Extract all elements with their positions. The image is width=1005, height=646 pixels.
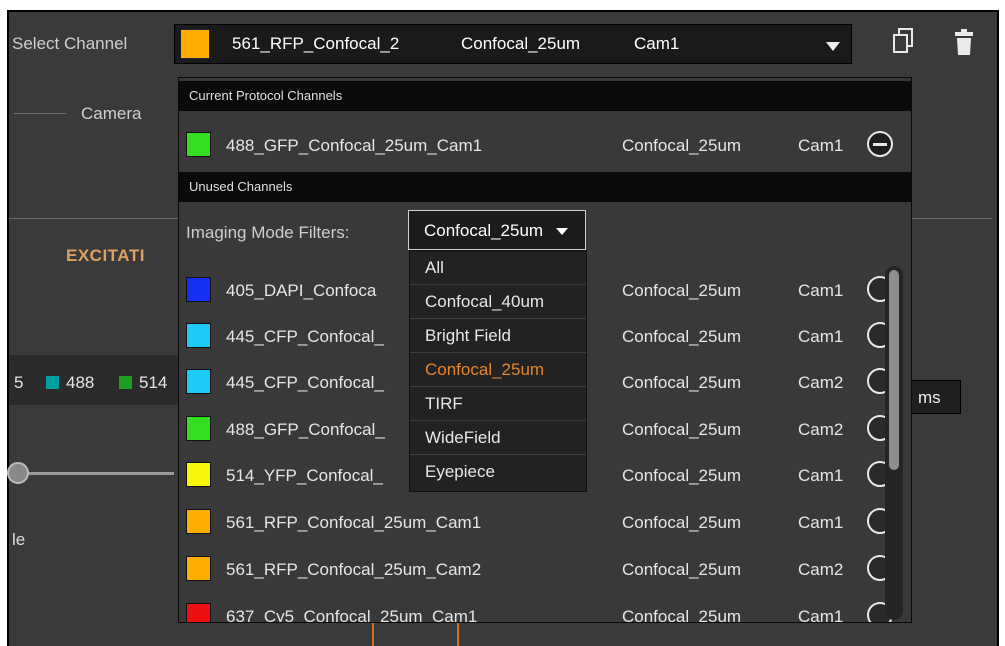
filter-option-confocal-40um[interactable]: Confocal_40um [410,285,586,319]
unused-channel-row[interactable]: 561_RFP_Confocal_25um_Cam1 Confocal_25um… [179,503,911,540]
selected-channel-name: 561_RFP_Confocal_2 [232,34,400,53]
trash-icon[interactable] [954,28,974,56]
channel-mode: Confocal_25um [622,560,742,579]
current-channel-row[interactable]: 488_GFP_Confocal_25um_Cam1 Confocal_25um… [179,126,911,163]
channel-mode: Confocal_25um [622,327,742,346]
channel-mode: Confocal_25um [622,466,742,485]
channel-dropdown-panel: Current Protocol Channels 488_GFP_Confoc… [178,77,912,623]
selected-channel-camera: Cam1 [634,34,680,53]
channel-color-swatch [186,277,211,302]
unused-channel-row[interactable]: 561_RFP_Confocal_25um_Cam2 Confocal_25um… [179,550,911,587]
channel-color-swatch [186,556,211,581]
camera-label: Camera [81,104,142,123]
divider [14,113,66,114]
scrollbar-thumb[interactable] [889,270,899,470]
orange-guide-line [372,622,374,646]
channel-color-swatch [186,323,211,348]
imaging-mode-filters-label: Imaging Mode Filters: [186,223,350,242]
channel-camera: Cam1 [798,513,844,532]
channel-camera: Cam2 [798,560,844,579]
filter-option-confocal-25um[interactable]: Confocal_25um [410,353,586,387]
channel-mode: Confocal_25um [622,420,742,439]
channel-name: 561_RFP_Confocal_25um_Cam2 [226,560,482,579]
channel-camera: Cam2 [798,373,844,392]
channel-camera: Cam1 [798,281,844,300]
filter-option-all[interactable]: All [410,251,586,285]
unused-channel-row[interactable]: 637_Cy5_Confocal_25um_Cam1 Confocal_25um… [179,597,911,623]
channel-color-swatch [186,603,211,622]
channel-camera: Cam2 [798,420,844,439]
current-channels-header: Current Protocol Channels [179,81,911,111]
channel-mode: Confocal_25um [622,281,742,300]
channel-color-swatch [186,369,211,394]
legend-item-514: 514 [139,373,168,392]
slider-handle[interactable] [7,462,29,484]
legend-swatch-514 [119,376,132,389]
channel-camera: Cam1 [798,136,844,155]
minus-icon [873,143,887,146]
selected-channel-mode: Confocal_25um [461,34,581,53]
legend-item-488: 488 [66,373,95,392]
divider [9,218,178,219]
channel-camera: Cam1 [798,607,844,623]
channel-name: 488_GFP_Confocal_ [226,420,385,439]
channel-name: 488_GFP_Confocal_25um_Cam1 [226,136,483,155]
channel-color-swatch [186,509,211,534]
channel-name: 445_CFP_Confocal_ [226,373,384,392]
slider-track[interactable] [14,472,174,475]
channel-mode: Confocal_25um [622,607,742,623]
divider [912,218,992,219]
channel-mode: Confocal_25um [622,373,742,392]
legend-swatch-488 [46,376,59,389]
channel-name: 445_CFP_Confocal_ [226,327,384,346]
remove-channel-button[interactable] [867,131,893,157]
filter-option-tirf[interactable]: TIRF [410,387,586,421]
channel-mode: Confocal_25um [622,136,742,155]
filter-option-widefield[interactable]: WideField [410,421,586,455]
channel-color-swatch [186,416,211,441]
filter-option-bright-field[interactable]: Bright Field [410,319,586,353]
orange-guide-line [457,622,459,646]
channel-name: 637_Cy5_Confocal_25um_Cam1 [226,607,478,623]
chevron-down-icon[interactable] [826,42,840,51]
partial-label: le [12,530,26,549]
channel-camera: Cam1 [798,327,844,346]
copy-icon[interactable] [893,28,913,54]
channel-color-swatch [186,462,211,487]
unused-channels-header: Unused Channels [179,172,911,202]
channel-camera: Cam1 [798,466,844,485]
select-channel-label: Select Channel [12,34,128,53]
filter-option-eyepiece[interactable]: Eyepiece [410,455,586,489]
legend-item-405: 5 [14,373,24,392]
ms-unit-label: ms [918,388,941,407]
channel-name: 514_YFP_Confocal_ [226,466,383,485]
channel-name: 405_DAPI_Confoca [226,281,377,300]
imaging-mode-filter-menu: All Confocal_40um Bright Field Confocal_… [409,250,587,492]
channel-name: 561_RFP_Confocal_25um_Cam1 [226,513,482,532]
chevron-down-icon[interactable] [556,228,568,235]
selected-channel-swatch [180,29,210,59]
channel-mode: Confocal_25um [622,513,742,532]
channel-color-swatch [186,132,211,157]
imaging-mode-filter-value: Confocal_25um [424,221,544,240]
excitation-label: EXCITATI [66,246,145,265]
